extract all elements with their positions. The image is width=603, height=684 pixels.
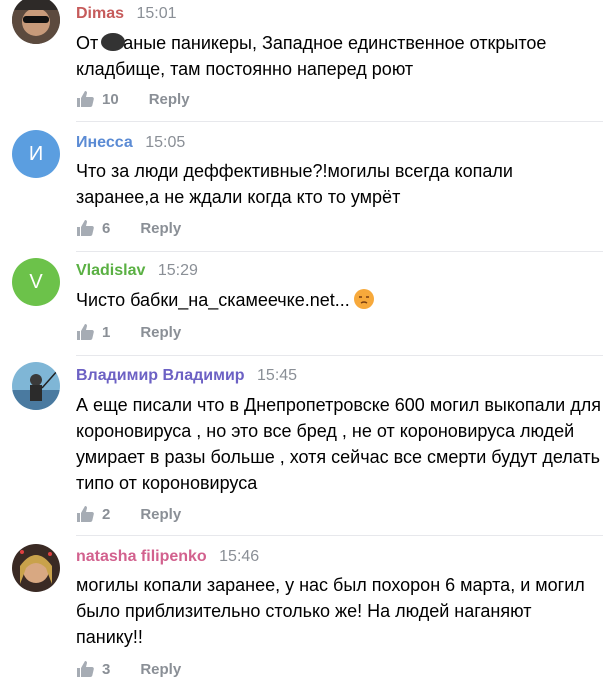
thumbs-up-icon	[77, 506, 94, 522]
avatar[interactable]	[12, 362, 60, 410]
comment-actions: 10 Reply	[76, 88, 190, 110]
avatar-photo-icon	[12, 0, 60, 44]
comment-actions: 1 Reply	[76, 321, 181, 343]
comment-time[interactable]: 15:45	[257, 367, 297, 384]
thumbs-up-icon	[77, 91, 94, 107]
avatar[interactable]: V	[12, 258, 60, 306]
like-count: 6	[102, 219, 111, 237]
avatar-letter: И	[28, 142, 44, 165]
comment-header: natasha filipenko 15:46	[76, 547, 259, 567]
comment-header: Инесса 15:05	[76, 133, 185, 153]
avatar[interactable]	[12, 544, 60, 592]
comment-text: От аные паникеры, Западное единственное …	[76, 30, 601, 82]
like-count: 2	[102, 505, 111, 523]
comment-actions: 2 Reply	[76, 503, 181, 525]
comment-time[interactable]: 15:01	[136, 5, 176, 22]
avatar-photo-icon	[12, 544, 60, 592]
comment-item: И Инесса 15:05 Что за люди деффективные?…	[0, 122, 603, 252]
thumbs-up-icon	[77, 661, 94, 677]
comment-text: Что за люди деффективные?!могилы всегда …	[76, 161, 513, 207]
thumbs-up-icon	[77, 324, 94, 340]
avatar-photo-icon	[12, 362, 60, 410]
comment-time[interactable]: 15:05	[145, 134, 185, 151]
comment-item: V Vladislav 15:29 Чисто бабки_на_скамееч…	[0, 252, 603, 356]
like-count: 1	[102, 323, 111, 341]
comment-header: Владимир Владимир 15:45	[76, 366, 297, 386]
comment-text: могилы копали заранее, у нас был похорон…	[76, 575, 585, 647]
comment-text: Чисто бабки_на_скамеечке.net...	[76, 287, 601, 313]
comment-header: Dimas 15:01	[76, 4, 177, 24]
like-button[interactable]: 10	[76, 90, 119, 108]
author-name[interactable]: Владимир Владимир	[76, 367, 245, 384]
unamused-face-emoji-icon	[353, 289, 374, 309]
comment-text-part: аные паникеры, Западное единственное отк…	[76, 33, 547, 79]
comment-text-part: Чисто бабки_на_скамеечке.net...	[76, 290, 350, 310]
like-count: 10	[102, 90, 119, 108]
comment-text: А еще писали что в Днепропетровске 600 м…	[76, 395, 601, 493]
reply-button[interactable]: Reply	[140, 506, 181, 523]
avatar[interactable]: И	[12, 130, 60, 178]
comment-time[interactable]: 15:46	[219, 548, 259, 565]
comment-actions: 3 Reply	[76, 658, 181, 680]
comment-time[interactable]: 15:29	[158, 262, 198, 279]
author-name[interactable]: Инесса	[76, 134, 133, 151]
like-count: 3	[102, 660, 111, 678]
like-button[interactable]: 3	[76, 660, 110, 678]
avatar-letter: V	[29, 270, 43, 293]
like-button[interactable]: 2	[76, 505, 110, 523]
author-name[interactable]: natasha filipenko	[76, 548, 207, 565]
like-button[interactable]: 6	[76, 219, 110, 237]
author-name[interactable]: Dimas	[76, 5, 124, 22]
censor-blob-icon	[101, 33, 126, 51]
thumbs-up-icon	[77, 220, 94, 236]
comment-text-part: От	[76, 33, 104, 53]
comment-actions: 6 Reply	[76, 217, 181, 239]
author-name[interactable]: Vladislav	[76, 262, 145, 279]
comment-item: natasha filipenko 15:46 могилы копали за…	[0, 536, 603, 684]
reply-button[interactable]: Reply	[140, 220, 181, 237]
reply-button[interactable]: Reply	[140, 324, 181, 341]
comment-item: Dimas 15:01 От аные паникеры, Западное е…	[0, 0, 603, 122]
like-button[interactable]: 1	[76, 323, 110, 341]
reply-button[interactable]: Reply	[149, 91, 190, 108]
comment-item: Владимир Владимир 15:45 А еще писали что…	[0, 356, 603, 536]
comment-header: Vladislav 15:29	[76, 261, 198, 281]
avatar[interactable]	[12, 0, 60, 44]
reply-button[interactable]: Reply	[140, 661, 181, 678]
